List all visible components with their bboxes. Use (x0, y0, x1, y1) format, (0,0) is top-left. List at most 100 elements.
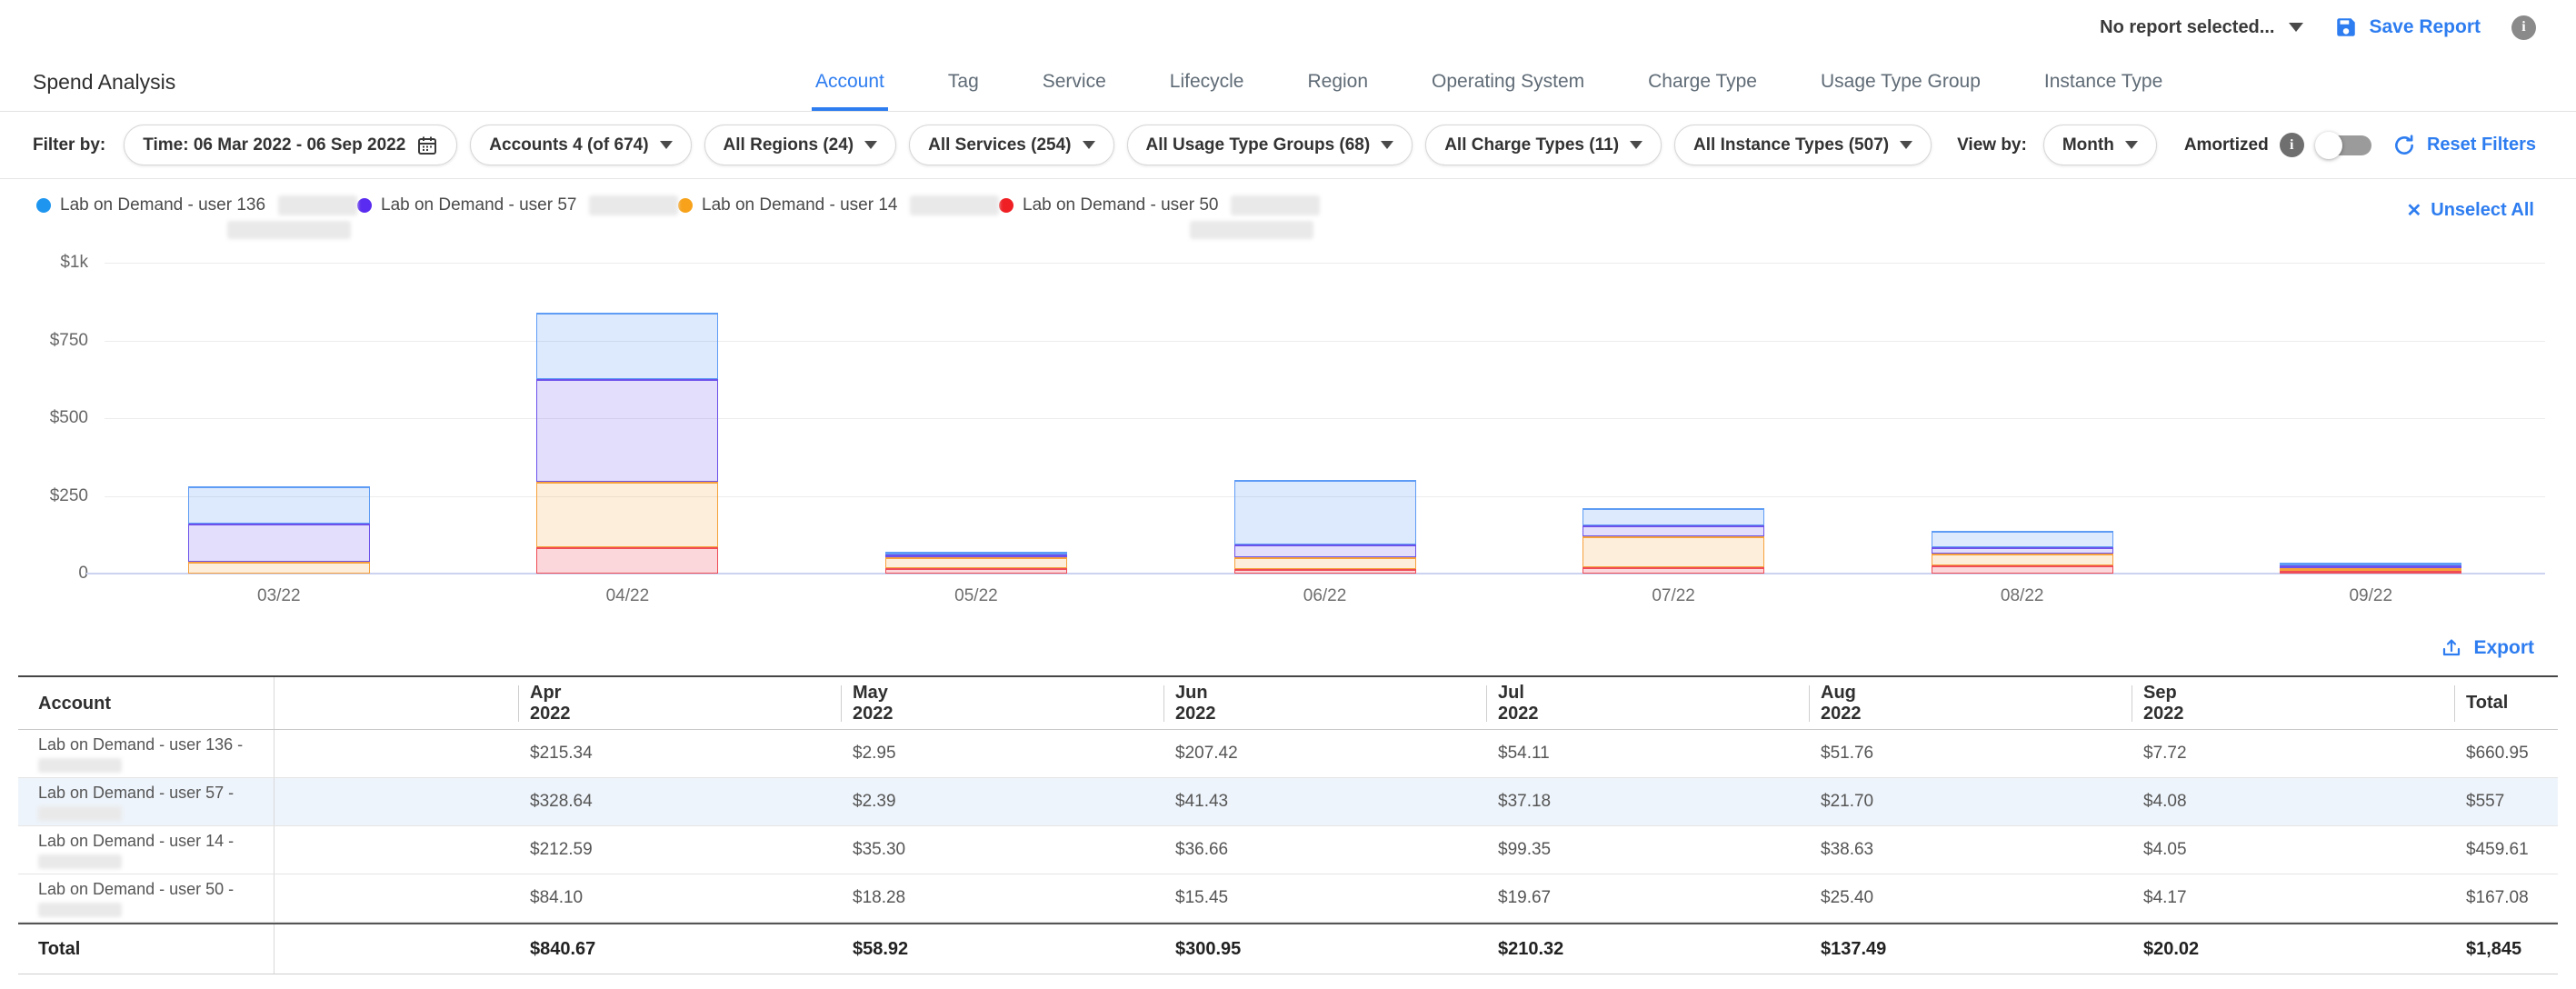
amortized-toggle[interactable] (2315, 132, 2371, 159)
account-name: Lab on Demand - user 57 - (38, 784, 274, 802)
stacked-bar[interactable] (2280, 563, 2461, 574)
column-header[interactable]: Jun 2022 (920, 677, 1243, 729)
save-icon (2334, 15, 2358, 39)
export-row: Export (0, 606, 2576, 672)
amortized-info-icon[interactable]: i (2280, 133, 2304, 157)
stacked-bar[interactable] (536, 313, 718, 574)
bar-slot (1848, 263, 2197, 574)
column-header-account[interactable]: Account (18, 677, 275, 729)
total-value-cell: $300.95 (920, 939, 1243, 960)
column-header[interactable]: May 2022 (597, 677, 920, 729)
account-cell: Lab on Demand - user 14 - (18, 826, 275, 874)
filter-dropdown-all-usage-type-groups-68[interactable]: All Usage Type Groups (68) (1127, 125, 1413, 165)
bar-segment (1234, 480, 1416, 544)
column-divider (1809, 685, 1810, 722)
tab-instance-type[interactable]: Instance Type (2041, 71, 2166, 111)
value-cell: $167.08 (2211, 888, 2558, 908)
legend-dot (357, 198, 372, 213)
filter-dropdown-all-services-254[interactable]: All Services (254) (909, 125, 1113, 165)
reset-filters-button[interactable]: Reset Filters (2392, 134, 2536, 157)
value-cell: $18.28 (597, 888, 920, 908)
value-cell: $54.11 (1243, 744, 1565, 764)
amortized-control: Amortized i (2184, 132, 2371, 159)
column-header[interactable]: Sep 2022 (1888, 677, 2211, 729)
redacted-text (38, 903, 122, 917)
stacked-bar[interactable] (1583, 508, 1764, 574)
legend-label: Lab on Demand - user 57 (381, 195, 576, 215)
redacted-text (910, 195, 999, 215)
value-cell: $19.67 (1243, 888, 1565, 908)
column-header-label: Aug 2022 (1821, 683, 1888, 724)
bar-segment (1932, 547, 2113, 554)
filter-dropdown-all-regions-24[interactable]: All Regions (24) (704, 125, 897, 165)
save-report-button[interactable]: Save Report (2334, 15, 2481, 39)
table-row[interactable]: Lab on Demand - user 57 -$328.64$2.39$41… (18, 778, 2558, 826)
legend-item[interactable]: Lab on Demand - user 50 (999, 195, 1320, 244)
chevron-down-icon (2289, 23, 2303, 32)
legend-item[interactable]: Lab on Demand - user 57 (357, 195, 678, 215)
y-axis-label: $1k (60, 253, 88, 273)
value-cell: $51.76 (1565, 744, 1888, 764)
tab-usage-type-group[interactable]: Usage Type Group (1817, 71, 1984, 111)
bar-segment (1932, 565, 2113, 574)
view-by-dropdown[interactable]: Month (2043, 125, 2157, 165)
legend-item[interactable]: Lab on Demand - user 14 (678, 195, 999, 215)
filter-dropdown-label: All Charge Types (11) (1444, 135, 1619, 155)
bar-segment (1234, 557, 1416, 569)
title-row: Spend Analysis Account Tag Service Lifecycl… (0, 55, 2576, 112)
column-header[interactable]: Total (2211, 677, 2558, 729)
value-cell: $4.08 (1888, 792, 2211, 812)
stacked-bar[interactable] (188, 486, 370, 574)
unselect-all-button[interactable]: ✕ Unselect All (2406, 199, 2534, 222)
value-cell: $2.39 (597, 792, 920, 812)
stacked-bar[interactable] (885, 552, 1067, 574)
tab-tag[interactable]: Tag (944, 71, 983, 111)
x-axis-label: 06/22 (1151, 586, 1500, 606)
table-row[interactable]: Lab on Demand - user 14 -$212.59$35.30$3… (18, 826, 2558, 874)
column-header-label: Total (2466, 693, 2508, 714)
value-cell: $99.35 (1243, 840, 1565, 860)
tab-lifecycle[interactable]: Lifecycle (1166, 71, 1248, 111)
page-title: Spend Analysis (33, 70, 175, 95)
total-value-cell: $1,845 (2211, 939, 2558, 960)
export-button[interactable]: Export (2441, 637, 2534, 659)
tab-operating-system[interactable]: Operating System (1428, 71, 1588, 111)
value-cell: $36.66 (920, 840, 1243, 860)
tab-region[interactable]: Region (1303, 71, 1372, 111)
bar-segment (1583, 536, 1764, 567)
legend-item[interactable]: Lab on Demand - user 136 (36, 195, 357, 244)
bar-segment (1932, 554, 2113, 565)
calendar-icon (416, 135, 438, 156)
total-value-cell: $210.32 (1243, 939, 1565, 960)
tab-charge-type[interactable]: Charge Type (1644, 71, 1761, 111)
column-header[interactable]: Jul 2022 (1243, 677, 1565, 729)
stacked-bar[interactable] (1234, 480, 1416, 574)
table-row[interactable]: Lab on Demand - user 50 -$84.10$18.28$15… (18, 874, 2558, 923)
column-header[interactable]: Apr 2022 (275, 677, 597, 729)
account-cell: Lab on Demand - user 136 - (18, 730, 275, 777)
filter-dropdown-all-charge-types-11[interactable]: All Charge Types (11) (1425, 125, 1662, 165)
column-header[interactable]: Aug 2022 (1565, 677, 1888, 729)
bar-segment (536, 547, 718, 574)
filter-dropdown-all-instance-types-507[interactable]: All Instance Types (507) (1674, 125, 1932, 165)
time-filter-label: Time: 06 Mar 2022 - 06 Sep 2022 (143, 135, 405, 155)
chevron-down-icon (864, 141, 877, 149)
toggle-knob (2315, 132, 2342, 159)
value-cell: $207.42 (920, 744, 1243, 764)
filter-dropdown-accounts-4-of-674[interactable]: Accounts 4 (of 674) (470, 125, 691, 165)
value-cell: $37.18 (1243, 792, 1565, 812)
tab-account[interactable]: Account (812, 71, 888, 111)
report-selector-dropdown[interactable]: No report selected... (2100, 17, 2303, 38)
bar-slot (1151, 263, 1500, 574)
column-divider (518, 685, 519, 722)
column-divider (1486, 685, 1487, 722)
info-icon[interactable]: i (2511, 15, 2536, 40)
tab-service[interactable]: Service (1039, 71, 1110, 111)
column-header-label: May 2022 (853, 683, 920, 724)
save-report-label: Save Report (2369, 16, 2481, 38)
stacked-bar[interactable] (1932, 531, 2113, 574)
table-row[interactable]: Lab on Demand - user 136 -$215.34$2.95$2… (18, 730, 2558, 778)
bar-slot (105, 263, 454, 574)
spend-table: AccountApr 2022 May 2022Jun 2022Jul 2022 A… (18, 675, 2558, 974)
time-filter-pill[interactable]: Time: 06 Mar 2022 - 06 Sep 2022 (124, 125, 457, 165)
